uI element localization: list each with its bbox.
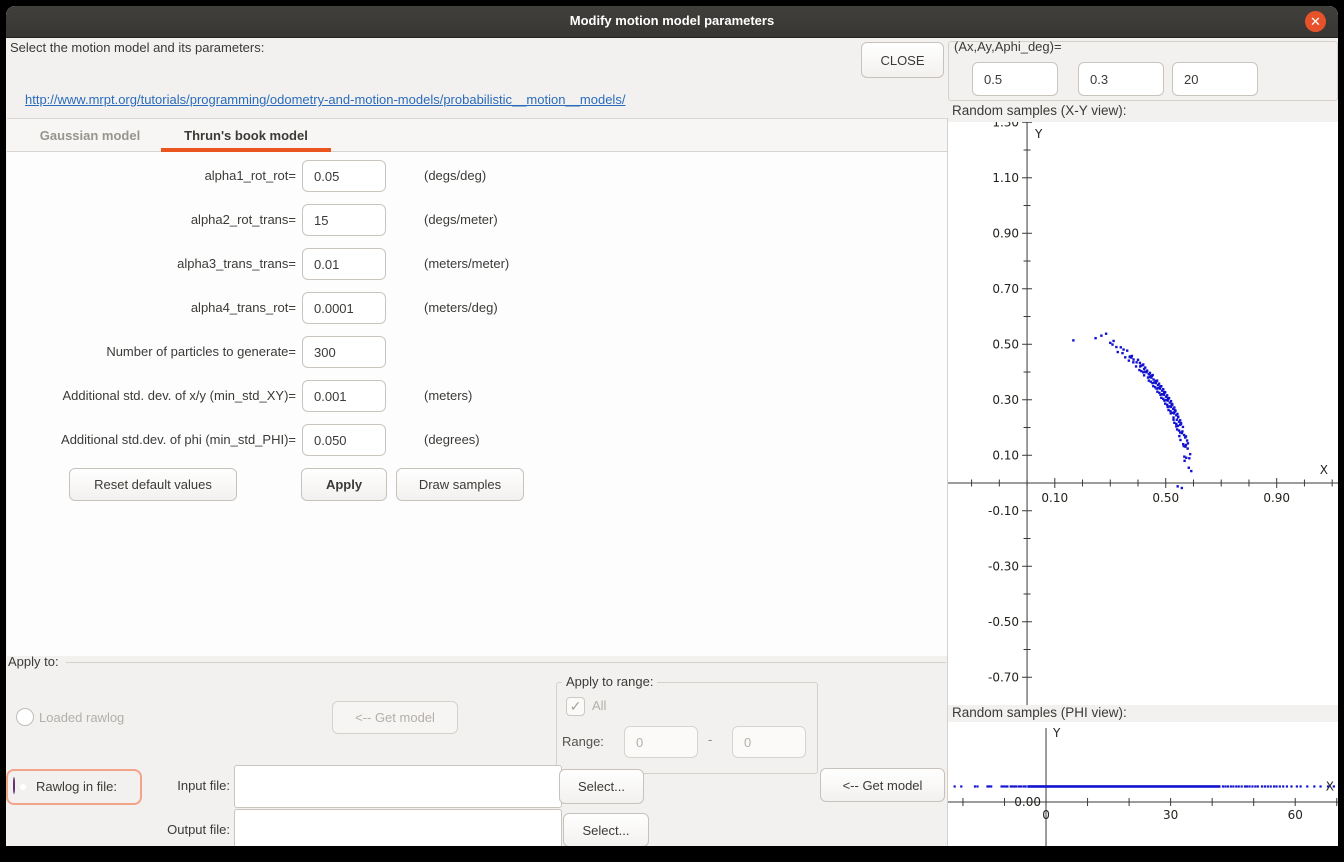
close-dialog-button[interactable]: CLOSE	[861, 42, 944, 78]
apply-to-group-border	[66, 662, 946, 663]
rawlog-in-file-label: Rawlog in file:	[36, 779, 117, 794]
min-std-xy-label: Additional std. dev. of x/y (min_std_XY)…	[6, 380, 296, 412]
range-from-field[interactable]	[624, 726, 698, 758]
loaded-rawlog-label: Loaded rawlog	[39, 710, 124, 725]
all-checkbox-label: All	[592, 698, 606, 713]
alpha3-unit: (meters/meter)	[424, 248, 509, 280]
output-file-select-button[interactable]: Select...	[563, 813, 649, 846]
svg-text:-0.30: -0.30	[988, 559, 1019, 573]
min-std-phi-unit: (degrees)	[424, 424, 480, 456]
alpha1-label: alpha1_rot_rot=	[6, 160, 296, 192]
tab-gaussian-model[interactable]: Gaussian model	[30, 119, 150, 152]
all-checkbox[interactable]: ✓	[566, 697, 585, 716]
input-file-label: Input file:	[130, 770, 230, 802]
range-to-field[interactable]	[732, 726, 806, 758]
alpha2-label: alpha2_rot_trans=	[6, 204, 296, 236]
window-close-button[interactable]: ✕	[1305, 11, 1326, 32]
num-particles-field[interactable]	[302, 336, 386, 368]
min-std-phi-label: Additional std.dev. of phi (min_std_PHI)…	[6, 424, 296, 456]
aphi-field[interactable]	[1172, 62, 1258, 96]
apply-button[interactable]: Apply	[301, 468, 387, 501]
svg-text:Y: Y	[1034, 127, 1043, 141]
pose-group-label: (Ax,Ay,Aphi_deg)=	[954, 39, 1062, 54]
ax-field[interactable]	[972, 62, 1058, 96]
xy-samples-plot[interactable]: 0.10 0.50 0.90 -0.70 -0.50 -0.30 -0.10 0.10 0.30…	[948, 122, 1338, 705]
min-std-phi-field[interactable]	[302, 424, 386, 456]
svg-text:0.70: 0.70	[992, 282, 1019, 296]
alpha3-label: alpha3_trans_trans=	[6, 248, 296, 280]
range-separator: -	[708, 732, 712, 747]
ay-field[interactable]	[1078, 62, 1164, 96]
phi-samples-plot[interactable]: 030600.00YX	[948, 722, 1338, 846]
svg-text:0.30: 0.30	[992, 393, 1019, 407]
svg-text:0.10: 0.10	[1041, 491, 1068, 505]
svg-text:0.90: 0.90	[992, 226, 1019, 240]
get-model-loaded-button[interactable]: <-- Get model	[332, 701, 458, 734]
svg-text:0.00: 0.00	[1014, 795, 1041, 809]
alpha2-unit: (degs/meter)	[424, 204, 498, 236]
apply-to-range-label: Apply to range:	[562, 674, 657, 689]
svg-text:30: 30	[1163, 808, 1178, 822]
alpha4-label: alpha4_trans_rot=	[6, 292, 296, 324]
svg-text:1.10: 1.10	[992, 171, 1019, 185]
rawlog-in-file-radio[interactable]	[13, 777, 15, 794]
svg-text:60: 60	[1288, 808, 1303, 822]
get-model-file-button[interactable]: <-- Get model	[820, 768, 945, 802]
tutorial-link[interactable]: http://www.mrpt.org/tutorials/programmin…	[25, 92, 625, 107]
alpha1-unit: (degs/deg)	[424, 160, 486, 192]
svg-text:-0.10: -0.10	[988, 504, 1019, 518]
range-label: Range:	[562, 734, 604, 749]
input-file-select-button[interactable]: Select...	[559, 769, 644, 804]
alpha2-field[interactable]	[302, 204, 386, 236]
svg-text:0.50: 0.50	[1152, 491, 1179, 505]
titlebar: Modify motion model parameters ✕	[6, 6, 1338, 38]
xy-view-title: Random samples (X-Y view):	[952, 103, 1127, 118]
min-std-xy-field[interactable]	[302, 380, 386, 412]
check-icon: ✓	[570, 698, 582, 714]
close-icon: ✕	[1310, 15, 1321, 28]
min-std-xy-unit: (meters)	[424, 380, 472, 412]
alpha4-unit: (meters/deg)	[424, 292, 498, 324]
svg-text:0.90: 0.90	[1263, 491, 1290, 505]
svg-text:Y: Y	[1052, 726, 1061, 740]
svg-text:0.10: 0.10	[992, 448, 1019, 462]
apply-to-group-label: Apply to:	[8, 654, 59, 669]
output-file-label: Output file:	[130, 814, 230, 846]
draw-samples-button[interactable]: Draw samples	[396, 468, 524, 501]
alpha3-field[interactable]	[302, 248, 386, 280]
svg-text:X: X	[1320, 463, 1328, 477]
input-file-field[interactable]	[234, 765, 562, 808]
loaded-rawlog-radio[interactable]	[16, 708, 34, 726]
svg-text:0.50: 0.50	[992, 337, 1019, 351]
instruction-label: Select the motion model and its paramete…	[10, 40, 264, 55]
alpha1-field[interactable]	[302, 160, 386, 192]
svg-text:-0.70: -0.70	[988, 670, 1019, 684]
num-particles-label: Number of particles to generate=	[6, 336, 296, 368]
svg-text:0: 0	[1042, 808, 1050, 822]
modify-motion-model-dialog: Modify motion model parameters ✕ Select …	[6, 6, 1338, 846]
output-file-field[interactable]	[234, 809, 562, 846]
phi-view-title: Random samples (PHI view):	[952, 705, 1127, 720]
alpha4-field[interactable]	[302, 292, 386, 324]
window-title: Modify motion model parameters	[6, 13, 1338, 28]
reset-default-values-button[interactable]: Reset default values	[69, 468, 237, 501]
svg-text:1.30: 1.30	[992, 122, 1019, 129]
svg-text:-0.50: -0.50	[988, 615, 1019, 629]
